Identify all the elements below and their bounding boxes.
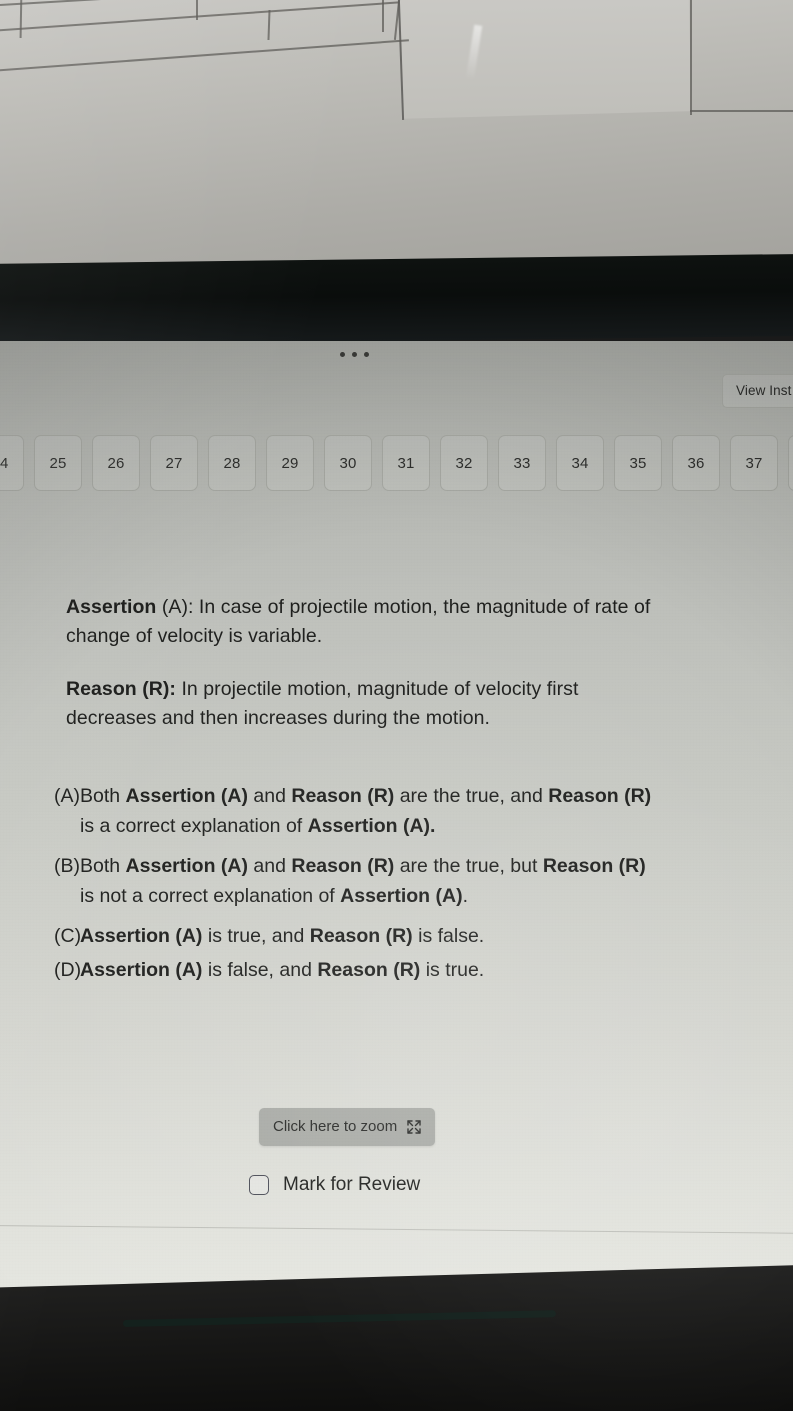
reason-statement: Reason (R): In projectile motion, magnit…: [66, 678, 579, 729]
question-tab-label: 32: [455, 454, 473, 472]
option-text: Assertion (A) is false, and Reason (R) i…: [80, 959, 485, 981]
expand-arrows-icon: [406, 1119, 422, 1135]
option-text: Both Assertion (A) and Reason (R) are th…: [80, 855, 646, 907]
option-letter: (C): [54, 925, 82, 947]
question-tab-24[interactable]: 24: [0, 435, 24, 491]
wall-line: [382, 0, 384, 32]
wall-panel: [398, 0, 692, 119]
question-number-tabs[interactable]: 24 25 26 27 28 29 30 31 32 33 34 35 36 37 38: [0, 435, 793, 491]
question-tab-37[interactable]: 37: [730, 435, 778, 491]
question-tab-36[interactable]: 36: [672, 435, 720, 491]
mark-for-review-label: Mark for Review: [283, 1174, 421, 1195]
wall-line: [267, 9, 271, 41]
question-tab-label: 29: [281, 454, 299, 472]
question-tab-35[interactable]: 35: [614, 435, 662, 491]
wall-line: [0, 39, 409, 72]
question-tab-label: 33: [513, 454, 531, 472]
question-tab-label: 34: [571, 454, 589, 472]
question-tab-label: 37: [745, 454, 763, 472]
question-tab-32[interactable]: 32: [440, 435, 488, 491]
answer-options-list[interactable]: (A) Both Assertion (A) and Reason (R) are…: [44, 781, 664, 989]
question-tab-34[interactable]: 34: [556, 435, 604, 491]
question-tab-28[interactable]: 28: [208, 435, 256, 491]
option-letter: (B): [54, 855, 80, 877]
question-tab-label: 24: [0, 454, 9, 472]
question-tab-label: 30: [339, 454, 357, 472]
question-tab-label: 28: [223, 454, 241, 472]
option-letter: (A): [54, 785, 80, 807]
question-tab-25[interactable]: 25: [34, 435, 82, 491]
mark-for-review-row[interactable]: Mark for Review: [249, 1174, 420, 1196]
photographed-tablet-screenshot: View Inst 24 25 26 27 28 29 30 31 32 33 34 35 36 37 38…: [0, 0, 793, 1411]
wall-line: [690, 0, 692, 115]
room-wall-background: [0, 0, 793, 272]
more-dots-icon[interactable]: [340, 352, 369, 357]
click-here-to-zoom-button[interactable]: Click here to zoom: [259, 1108, 436, 1146]
wall-line: [19, 0, 23, 39]
question-tab-label: 26: [107, 454, 125, 472]
wall-line: [0, 1, 400, 32]
question-tab-30[interactable]: 30: [324, 435, 372, 491]
option-letter: (D): [54, 959, 82, 981]
question-tab-33[interactable]: 33: [498, 435, 546, 491]
option-text: Both Assertion (A) and Reason (R) are th…: [80, 785, 652, 837]
mark-for-review-checkbox[interactable]: [249, 1175, 269, 1195]
answer-option-C[interactable]: (C) Assertion (A) is true, and Reason (R)…: [44, 921, 664, 951]
question-tab-label: 25: [49, 454, 67, 472]
device-bezel-bottom: [0, 1264, 793, 1411]
answer-option-D[interactable]: (D) Assertion (A) is false, and Reason (R…: [44, 955, 664, 985]
answer-option-B[interactable]: (B) Both Assertion (A) and Reason (R) are…: [44, 851, 664, 911]
zoom-button-label: Click here to zoom: [273, 1118, 398, 1135]
bottom-divider: [0, 1225, 793, 1235]
question-tab-label: 36: [687, 454, 705, 472]
question-tab-26[interactable]: 26: [92, 435, 140, 491]
tablet-screen: View Inst 24 25 26 27 28 29 30 31 32 33 34 35 36 37 38…: [0, 341, 793, 1301]
question-tab-38[interactable]: 38: [788, 435, 793, 491]
device-bezel-top: [0, 253, 793, 346]
question-tab-31[interactable]: 31: [382, 435, 430, 491]
option-text: Assertion (A) is true, and Reason (R) is…: [80, 925, 485, 947]
question-tab-label: 35: [629, 454, 647, 472]
wall-line: [690, 110, 793, 112]
assertion-statement: Assertion (A): In case of projectile mot…: [66, 596, 651, 647]
answer-option-A[interactable]: (A) Both Assertion (A) and Reason (R) are…: [44, 781, 664, 841]
question-tab-label: 27: [165, 454, 183, 472]
view-instructions-button[interactable]: View Inst: [722, 374, 793, 408]
question-tab-29[interactable]: 29: [266, 435, 314, 491]
question-tab-27[interactable]: 27: [150, 435, 198, 491]
question-tab-label: 31: [397, 454, 415, 472]
wall-line: [196, 0, 198, 20]
question-body: Assertion (A): In case of projectile mot…: [66, 593, 666, 733]
